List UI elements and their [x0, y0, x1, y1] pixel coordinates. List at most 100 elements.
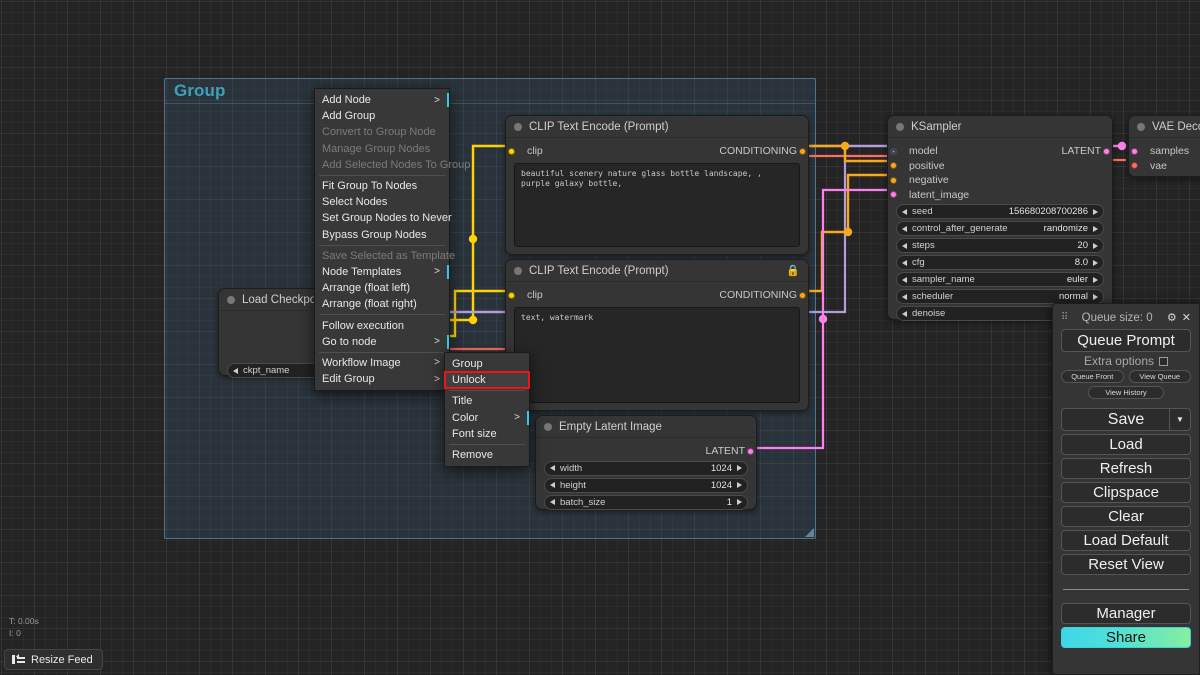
- ctx-menu-item-node-templates[interactable]: Node Templates >: [315, 264, 449, 280]
- node-collapse-icon[interactable]: [227, 295, 235, 304]
- queue-prompt-button[interactable]: Queue Prompt: [1061, 329, 1191, 352]
- negative-input-port[interactable]: [890, 176, 897, 184]
- node-ksampler[interactable]: KSampler model LATENT positive negative …: [887, 115, 1113, 321]
- input-slot-vae[interactable]: vae: [1129, 159, 1200, 174]
- refresh-button[interactable]: Refresh: [1061, 458, 1191, 479]
- node-title-bar[interactable]: Empty Latent Image: [536, 416, 756, 438]
- widget-steps[interactable]: steps 20: [896, 238, 1104, 253]
- ctx-menu-item-bypass-group-nodes[interactable]: Bypass Group Nodes: [315, 227, 449, 243]
- clear-button[interactable]: Clear: [1061, 506, 1191, 527]
- lock-icon[interactable]: 🔒: [786, 264, 800, 277]
- clip-input-port[interactable]: [508, 291, 515, 299]
- decrement-arrow-icon[interactable]: [550, 465, 555, 471]
- increment-arrow-icon[interactable]: [1093, 225, 1098, 232]
- decrement-arrow-icon[interactable]: [902, 225, 907, 232]
- load-default-button[interactable]: Load Default: [1061, 530, 1191, 551]
- canvas-context-menu[interactable]: Add Node > Add Group Convert to Group Node M…: [314, 88, 470, 392]
- increment-arrow-icon[interactable]: [1093, 242, 1098, 249]
- input-slot-latent-image[interactable]: latent_image: [888, 188, 1112, 203]
- widget-control-after-generate[interactable]: control_after_generate randomize: [896, 221, 1104, 236]
- edit-group-submenu[interactable]: Group Unlock Title Color > Font size Remove: [444, 352, 530, 468]
- share-button[interactable]: Share: [1061, 627, 1191, 648]
- chevron-down-icon[interactable]: ▼: [1169, 409, 1190, 430]
- clip-input-port[interactable]: [508, 147, 515, 155]
- node-collapse-icon[interactable]: [514, 122, 522, 131]
- node-title-bar[interactable]: CLIP Text Encode (Prompt): [506, 116, 808, 138]
- input-slot-clip[interactable]: clip CONDITIONING: [506, 144, 808, 159]
- group-resize-handle[interactable]: [805, 528, 814, 537]
- edit-group-item-unlock[interactable]: Unlock: [444, 371, 530, 390]
- prompt-textarea[interactable]: text, watermark: [514, 306, 800, 403]
- input-slot-model[interactable]: model LATENT: [888, 144, 1112, 159]
- output-slot-latent[interactable]: LATENT: [536, 444, 756, 459]
- node-clip-text-encode-positive[interactable]: CLIP Text Encode (Prompt) clip CONDITION…: [505, 115, 809, 255]
- widget-width[interactable]: width 1024: [544, 460, 748, 476]
- ctx-menu-item-set-group-nodes-to-never[interactable]: Set Group Nodes to Never: [315, 210, 452, 226]
- decrement-arrow-icon[interactable]: [550, 499, 555, 505]
- ctx-menu-item-workflow-image[interactable]: Workflow Image >: [315, 355, 449, 371]
- node-collapse-icon[interactable]: [1137, 122, 1145, 131]
- node-graph-canvas[interactable]: Group Load Checkpoint ckpt_name CLIP Tex…: [0, 0, 1200, 675]
- increment-arrow-icon[interactable]: [1093, 259, 1098, 266]
- panel-header[interactable]: ⠿ Queue size: 0 ⚙ ✕: [1061, 308, 1191, 327]
- node-clip-text-encode-negative[interactable]: CLIP Text Encode (Prompt) 🔒 clip CONDITI…: [505, 259, 809, 411]
- node-empty-latent-image[interactable]: Empty Latent Image LATENT width 1024 hei…: [535, 415, 757, 510]
- decrement-arrow-icon[interactable]: [902, 242, 907, 249]
- decrement-arrow-icon[interactable]: [902, 259, 907, 266]
- view-queue-button[interactable]: View Queue: [1128, 370, 1191, 383]
- load-button[interactable]: Load: [1061, 434, 1191, 455]
- increment-arrow-icon[interactable]: [737, 465, 742, 471]
- conditioning-output-port[interactable]: [799, 147, 806, 155]
- edit-group-item-color[interactable]: Color >: [445, 410, 529, 426]
- close-icon[interactable]: ✕: [1182, 311, 1191, 324]
- prompt-textarea[interactable]: beautiful scenery nature glass bottle la…: [514, 162, 800, 247]
- positive-input-port[interactable]: [890, 162, 897, 170]
- view-history-button[interactable]: View History: [1088, 386, 1164, 399]
- reset-view-button[interactable]: Reset View: [1061, 554, 1191, 575]
- input-slot-samples[interactable]: samples: [1129, 144, 1200, 159]
- decrement-arrow-icon[interactable]: [902, 293, 907, 300]
- group-title[interactable]: Group: [174, 81, 226, 101]
- node-title-bar[interactable]: KSampler: [888, 116, 1112, 138]
- decrement-arrow-icon[interactable]: [550, 482, 555, 488]
- edit-group-item-group[interactable]: Group: [445, 356, 529, 372]
- increment-arrow-icon[interactable]: [1093, 208, 1098, 215]
- ctx-menu-item-select-nodes[interactable]: Select Nodes: [315, 194, 449, 210]
- gear-icon[interactable]: ⚙: [1167, 311, 1177, 324]
- input-slot-clip[interactable]: clip CONDITIONING: [506, 288, 808, 303]
- ctx-menu-item-add-node[interactable]: Add Node >: [315, 92, 449, 108]
- vae-input-port[interactable]: [1131, 162, 1138, 170]
- widget-height[interactable]: height 1024: [544, 477, 748, 493]
- latent-output-port[interactable]: [747, 447, 754, 455]
- samples-input-port[interactable]: [1131, 147, 1138, 155]
- node-collapse-icon[interactable]: [544, 422, 552, 431]
- decrement-arrow-icon[interactable]: [902, 208, 907, 215]
- node-collapse-icon[interactable]: [514, 266, 522, 275]
- increment-arrow-icon[interactable]: [737, 499, 742, 505]
- latent-output-port[interactable]: [1103, 147, 1110, 155]
- ctx-menu-item-go-to-node[interactable]: Go to node >: [315, 334, 449, 350]
- widget-cfg[interactable]: cfg 8.0: [896, 255, 1104, 270]
- extra-options-checkbox[interactable]: [1159, 356, 1169, 366]
- comfyui-menu-panel[interactable]: ⠿ Queue size: 0 ⚙ ✕ Queue Prompt Extra o…: [1052, 303, 1200, 675]
- widget-seed[interactable]: seed 156680208700286: [896, 204, 1104, 219]
- latent-image-input-port[interactable]: [890, 191, 897, 199]
- edit-group-item-font-size[interactable]: Font size: [445, 426, 529, 442]
- drag-handle-icon[interactable]: ⠿: [1061, 312, 1068, 323]
- decrement-arrow-icon[interactable]: [902, 310, 907, 317]
- resize-feed-button[interactable]: Resize Feed: [4, 649, 103, 670]
- increment-arrow-icon[interactable]: [737, 482, 742, 488]
- manager-button[interactable]: Manager: [1061, 603, 1191, 624]
- input-slot-positive[interactable]: positive: [888, 159, 1112, 174]
- widget-batch-size[interactable]: batch_size 1: [544, 494, 748, 510]
- extra-options-row[interactable]: Extra options: [1061, 352, 1191, 370]
- increment-arrow-icon[interactable]: [1093, 276, 1098, 283]
- decrement-arrow-icon[interactable]: [233, 367, 238, 374]
- clipspace-button[interactable]: Clipspace: [1061, 482, 1191, 503]
- ctx-menu-item-arrange-float-right[interactable]: Arrange (float right): [315, 296, 449, 312]
- conditioning-output-port[interactable]: [799, 291, 806, 299]
- widget-scheduler[interactable]: scheduler normal: [896, 289, 1104, 304]
- ctx-menu-item-edit-group[interactable]: Edit Group >: [315, 371, 449, 387]
- edit-group-item-remove[interactable]: Remove: [445, 447, 529, 463]
- ctx-menu-item-add-group[interactable]: Add Group: [315, 108, 449, 124]
